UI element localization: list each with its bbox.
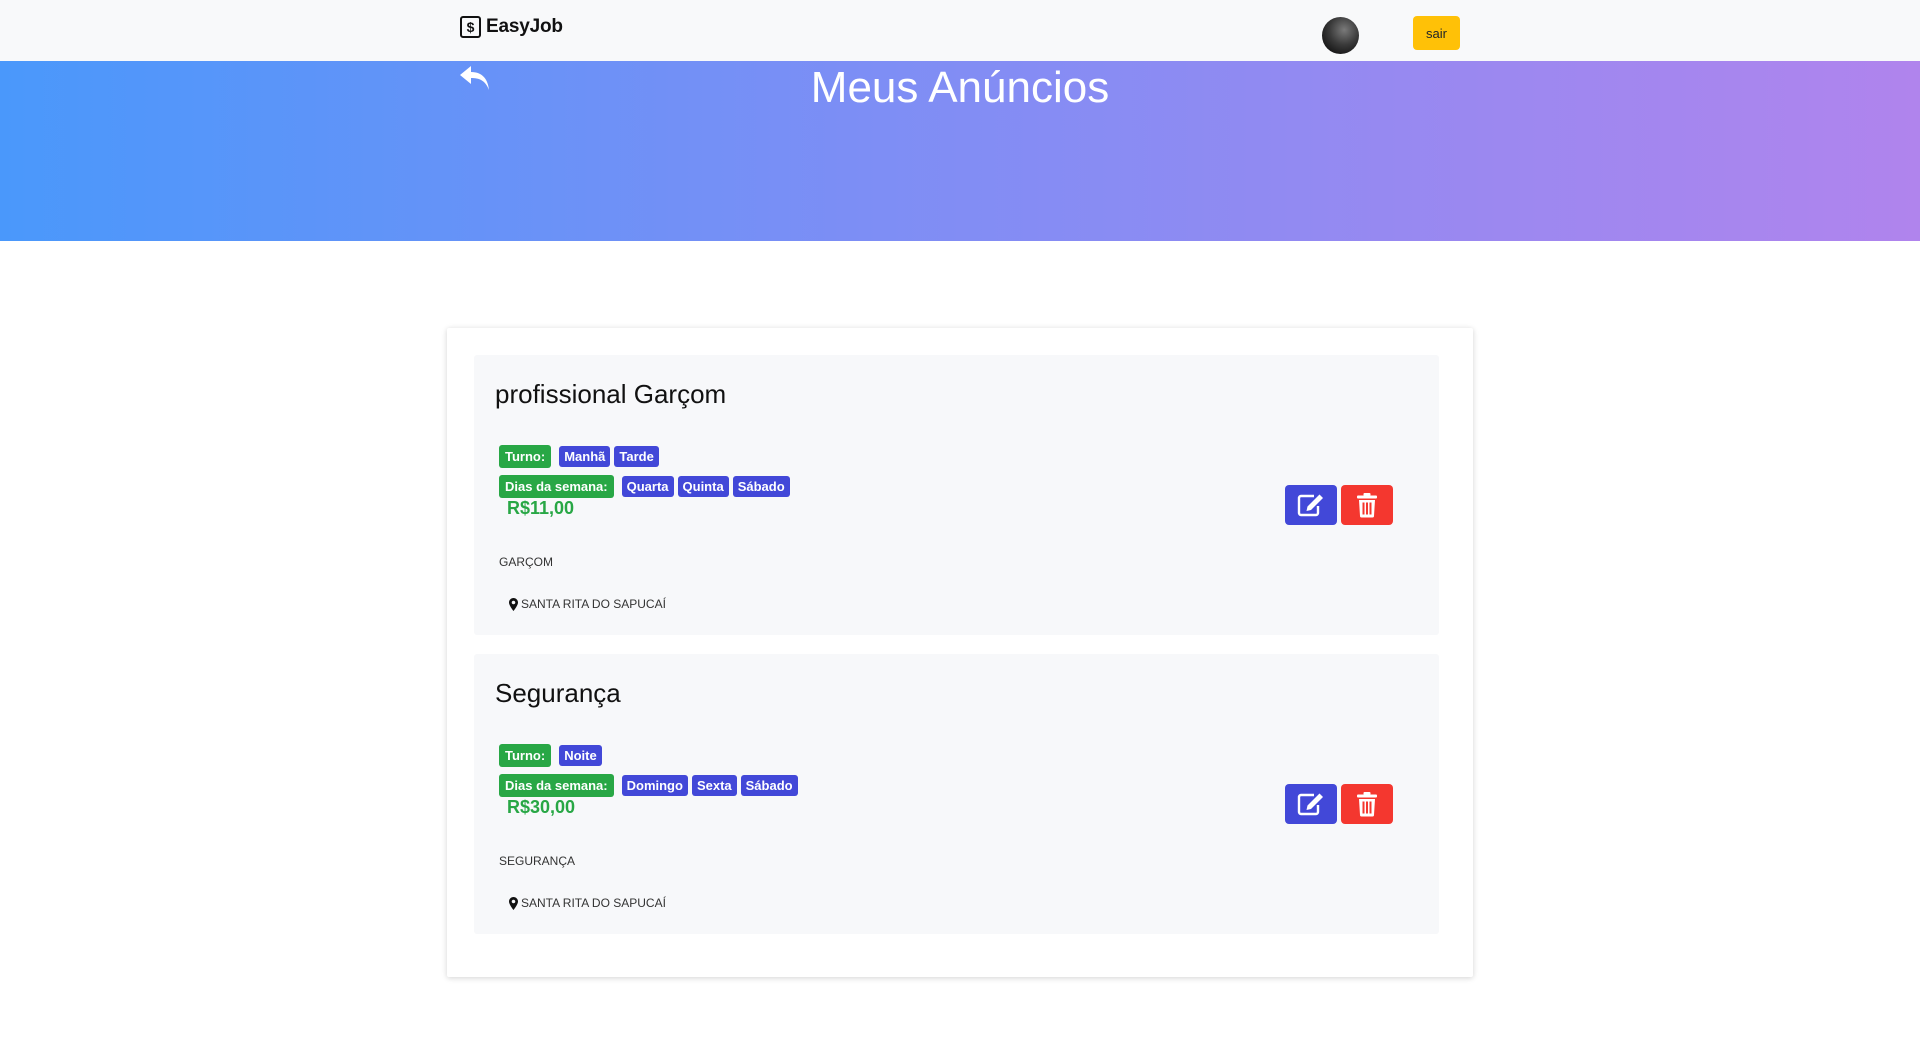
delete-button[interactable]	[1341, 485, 1393, 525]
listing-price: R$11,00	[507, 498, 575, 518]
shift-badge: Manhã	[559, 446, 611, 467]
trash-icon	[1357, 493, 1377, 518]
days-label-badge: Dias da semana:	[499, 774, 614, 797]
shift-label-badge: Turno:	[499, 445, 552, 468]
day-badge: Quinta	[677, 476, 729, 497]
day-badge: Domingo	[621, 775, 688, 796]
edit-button[interactable]	[1285, 485, 1337, 525]
location-text: SANTA RITA DO SAPUCAÍ	[521, 896, 666, 910]
page-title: Meus Anúncios	[810, 63, 1110, 112]
shift-badge: Noite	[559, 745, 602, 766]
map-marker-icon	[509, 896, 518, 910]
day-badge: Sábado	[732, 476, 790, 497]
days-label-badge: Dias da semana:	[499, 475, 614, 498]
edit-button[interactable]	[1285, 784, 1337, 824]
day-badge: Sábado	[740, 775, 798, 796]
dollar-sign-square-icon: $	[460, 16, 481, 38]
listing-price: R$30,00	[507, 797, 576, 817]
day-badge: Sexta	[691, 775, 737, 796]
shift-row: Turno: Noite	[499, 744, 606, 767]
listing-category: GARÇOM	[499, 555, 553, 569]
listing-card: profissional Garçom Turno: Manhã Tarde D…	[474, 355, 1439, 635]
location-text: SANTA RITA DO SAPUCAÍ	[521, 597, 666, 611]
logout-button[interactable]: sair	[1413, 16, 1460, 50]
days-row: Dias da semana: Quarta Quinta Sábado	[499, 475, 794, 498]
listing-category: SEGURANÇA	[499, 854, 576, 868]
listing-location: SANTA RITA DO SAPUCAÍ	[509, 896, 666, 910]
brand-name: EasyJob	[486, 16, 563, 37]
brand-link[interactable]: $ EasyJob	[460, 16, 563, 38]
shift-badge: Tarde	[614, 446, 659, 467]
listing-card: Segurança Turno: Noite Dias da semana: D…	[474, 654, 1439, 934]
navbar: $ EasyJob sair	[0, 0, 1920, 61]
delete-button[interactable]	[1341, 784, 1393, 824]
map-marker-icon	[509, 597, 518, 611]
avatar[interactable]	[1322, 17, 1359, 54]
pencil-square-icon	[1297, 494, 1323, 517]
pencil-square-icon	[1297, 793, 1323, 816]
day-badge: Quarta	[621, 476, 674, 497]
listing-title: Segurança	[495, 678, 621, 708]
trash-icon	[1357, 792, 1377, 817]
shift-label-badge: Turno:	[499, 744, 552, 767]
listing-location: SANTA RITA DO SAPUCAÍ	[509, 597, 666, 611]
listing-title: profissional Garçom	[495, 379, 727, 409]
svg-text:$: $	[467, 19, 475, 35]
listings-panel: profissional Garçom Turno: Manhã Tarde D…	[447, 328, 1473, 977]
shift-row: Turno: Manhã Tarde	[499, 445, 663, 468]
days-row: Dias da semana: Domingo Sexta Sábado	[499, 774, 802, 797]
